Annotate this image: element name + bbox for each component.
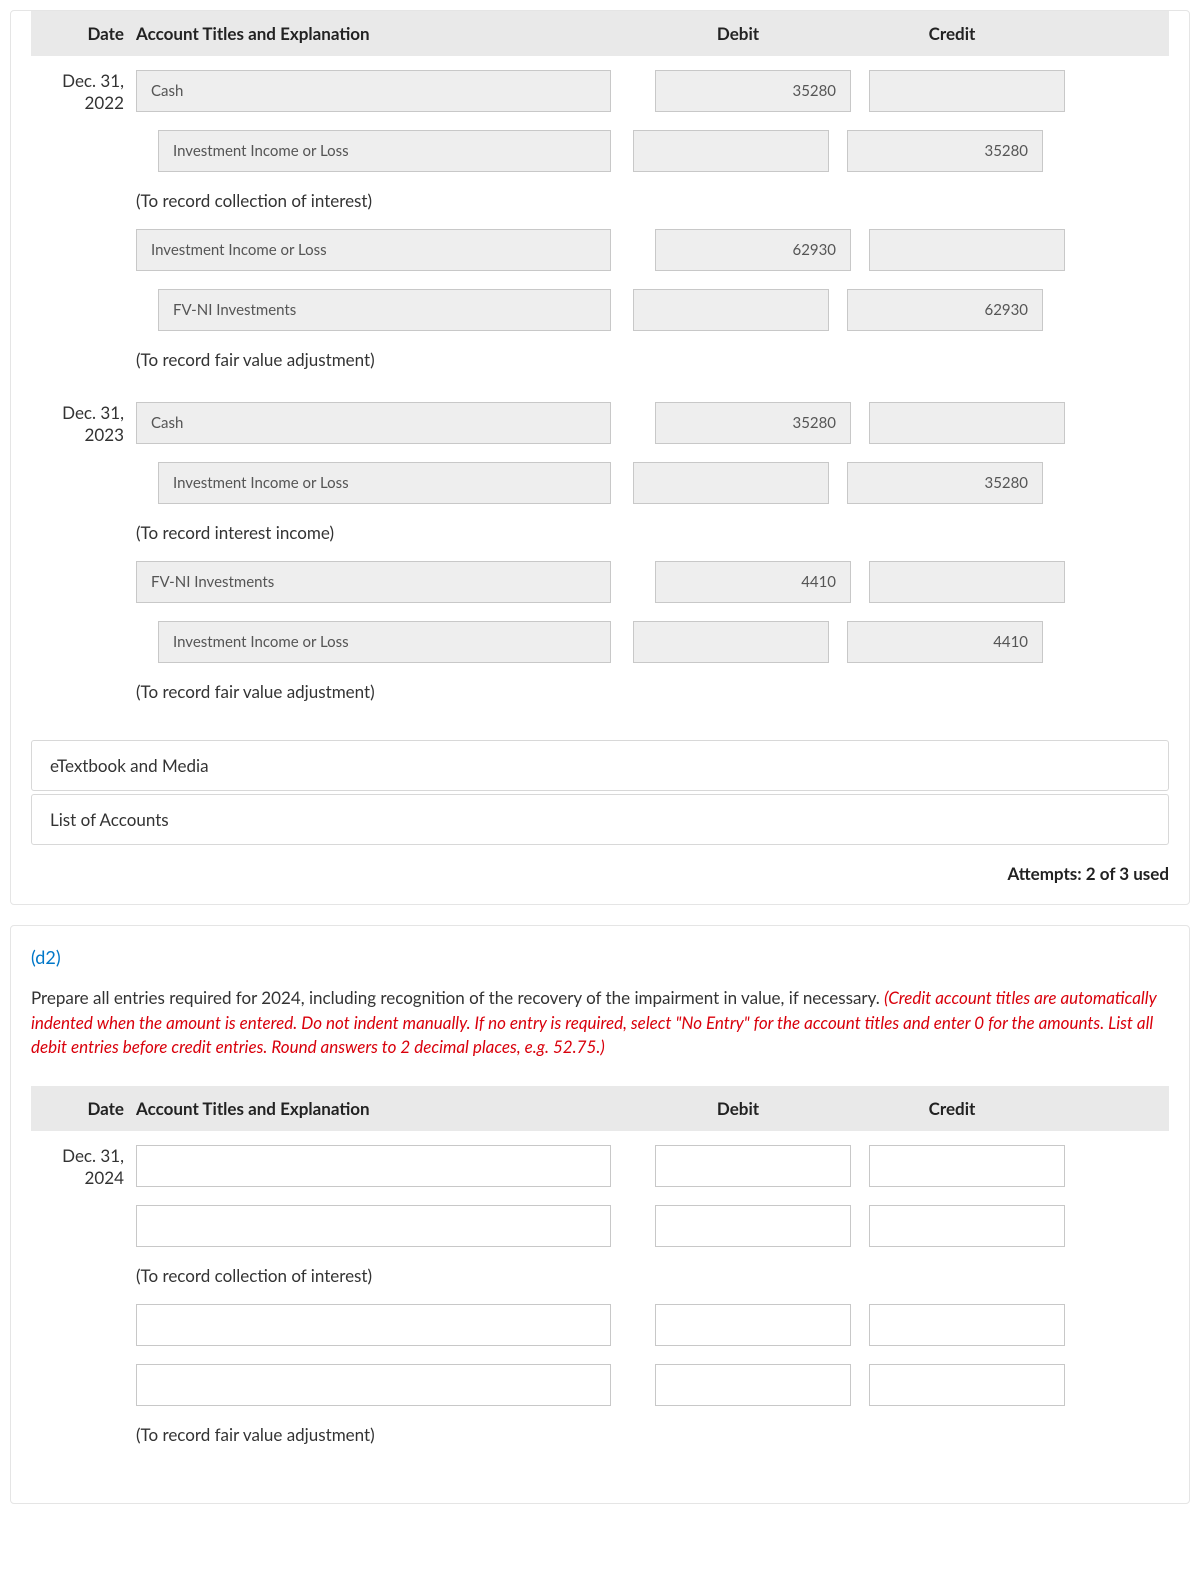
credit-input[interactable]: [869, 402, 1065, 444]
input-row: [136, 1304, 1169, 1346]
header-date: Date: [31, 1098, 136, 1119]
header-account: Account Titles and Explanation: [136, 1098, 631, 1119]
credit-input[interactable]: 35280: [847, 462, 1043, 504]
header-account: Account Titles and Explanation: [136, 23, 631, 44]
input-row: Investment Income or Loss 35280: [136, 462, 1169, 504]
credit-input[interactable]: [869, 561, 1065, 603]
header-credit: Credit: [845, 1098, 1059, 1119]
account-title-input[interactable]: [136, 1364, 611, 1406]
debit-input[interactable]: 62930: [655, 229, 851, 271]
attempts-text: Attempts: 2 of 3 used: [31, 863, 1169, 884]
credit-input[interactable]: [869, 1145, 1065, 1187]
instruct-plain: Prepare all entries required for 2024, i…: [31, 987, 884, 1008]
account-title-input[interactable]: Cash: [136, 70, 611, 112]
credit-input[interactable]: 62930: [847, 289, 1043, 331]
debit-input[interactable]: 35280: [655, 402, 851, 444]
header-debit: Debit: [631, 23, 845, 44]
input-row: Cash 35280: [136, 402, 1169, 444]
entry-block: Dec. 31, 2023Cash35280Investment Income …: [31, 388, 1169, 720]
account-title-input[interactable]: FV-NI Investments: [136, 561, 611, 603]
debit-input[interactable]: [633, 462, 829, 504]
debit-input[interactable]: [633, 289, 829, 331]
rows-cell: Cash 35280 Investment Income or Loss 35280 (…: [136, 402, 1169, 720]
date-cell: Dec. 31, 2023: [31, 402, 136, 720]
header-debit: Debit: [631, 1098, 845, 1119]
account-title-input[interactable]: Investment Income or Loss: [158, 130, 611, 172]
account-title-input[interactable]: Cash: [136, 402, 611, 444]
explanation-text: (To record fair value adjustment): [136, 349, 1169, 370]
input-row: [136, 1364, 1169, 1406]
account-title-input[interactable]: Investment Income or Loss: [158, 462, 611, 504]
input-row: Investment Income or Loss 4410: [136, 621, 1169, 663]
account-title-input[interactable]: [136, 1205, 611, 1247]
debit-input[interactable]: [633, 130, 829, 172]
input-row: [136, 1145, 1169, 1187]
date-cell: Dec. 31, 2022: [31, 70, 136, 388]
header-credit: Credit: [845, 23, 1059, 44]
explanation-text: (To record fair value adjustment): [136, 681, 1169, 702]
table-header: Date Account Titles and Explanation Debi…: [31, 11, 1169, 56]
input-row: FV-NI Investments 4410: [136, 561, 1169, 603]
entry-block: Dec. 31, 2024(To record collection of in…: [31, 1131, 1169, 1463]
explanation-text: (To record interest income): [136, 522, 1169, 543]
credit-input[interactable]: [869, 1205, 1065, 1247]
entry-block: Dec. 31, 2022Cash35280Investment Income …: [31, 56, 1169, 388]
credit-input[interactable]: [869, 70, 1065, 112]
table-header: Date Account Titles and Explanation Debi…: [31, 1086, 1169, 1131]
explanation-text: (To record fair value adjustment): [136, 1424, 1169, 1445]
debit-input[interactable]: [655, 1145, 851, 1187]
date-cell: Dec. 31, 2024: [31, 1145, 136, 1463]
header-date: Date: [31, 23, 136, 44]
rows-cell: Cash 35280 Investment Income or Loss 35280 (…: [136, 70, 1169, 388]
input-row: [136, 1205, 1169, 1247]
debit-input[interactable]: [655, 1304, 851, 1346]
journal-table-d2: Date Account Titles and Explanation Debi…: [31, 1086, 1169, 1463]
etextbook-button[interactable]: eTextbook and Media: [31, 740, 1169, 791]
debit-input[interactable]: [655, 1364, 851, 1406]
explanation-text: (To record collection of interest): [136, 1265, 1169, 1286]
d2-instructions: Prepare all entries required for 2024, i…: [31, 986, 1169, 1060]
credit-input[interactable]: [869, 1304, 1065, 1346]
input-row: FV-NI Investments 62930: [136, 289, 1169, 331]
explanation-text: (To record collection of interest): [136, 190, 1169, 211]
input-row: Investment Income or Loss 62930: [136, 229, 1169, 271]
account-title-input[interactable]: [136, 1304, 611, 1346]
journal-section-d2: (d2) Prepare all entries required for 20…: [10, 925, 1190, 1504]
account-title-input[interactable]: [136, 1145, 611, 1187]
debit-input[interactable]: [655, 1205, 851, 1247]
debit-input[interactable]: [633, 621, 829, 663]
account-title-input[interactable]: FV-NI Investments: [158, 289, 611, 331]
debit-input[interactable]: 4410: [655, 561, 851, 603]
journal-table-1: Date Account Titles and Explanation Debi…: [31, 11, 1169, 720]
debit-input[interactable]: 35280: [655, 70, 851, 112]
journal-section-1: Date Account Titles and Explanation Debi…: [10, 10, 1190, 905]
credit-input[interactable]: 35280: [847, 130, 1043, 172]
credit-input[interactable]: [869, 229, 1065, 271]
d2-label: (d2): [31, 926, 1169, 986]
input-row: Cash 35280: [136, 70, 1169, 112]
credit-input[interactable]: [869, 1364, 1065, 1406]
credit-input[interactable]: 4410: [847, 621, 1043, 663]
input-row: Investment Income or Loss 35280: [136, 130, 1169, 172]
list-of-accounts-button[interactable]: List of Accounts: [31, 794, 1169, 845]
account-title-input[interactable]: Investment Income or Loss: [158, 621, 611, 663]
rows-cell: (To record collection of interest) (To re…: [136, 1145, 1169, 1463]
account-title-input[interactable]: Investment Income or Loss: [136, 229, 611, 271]
